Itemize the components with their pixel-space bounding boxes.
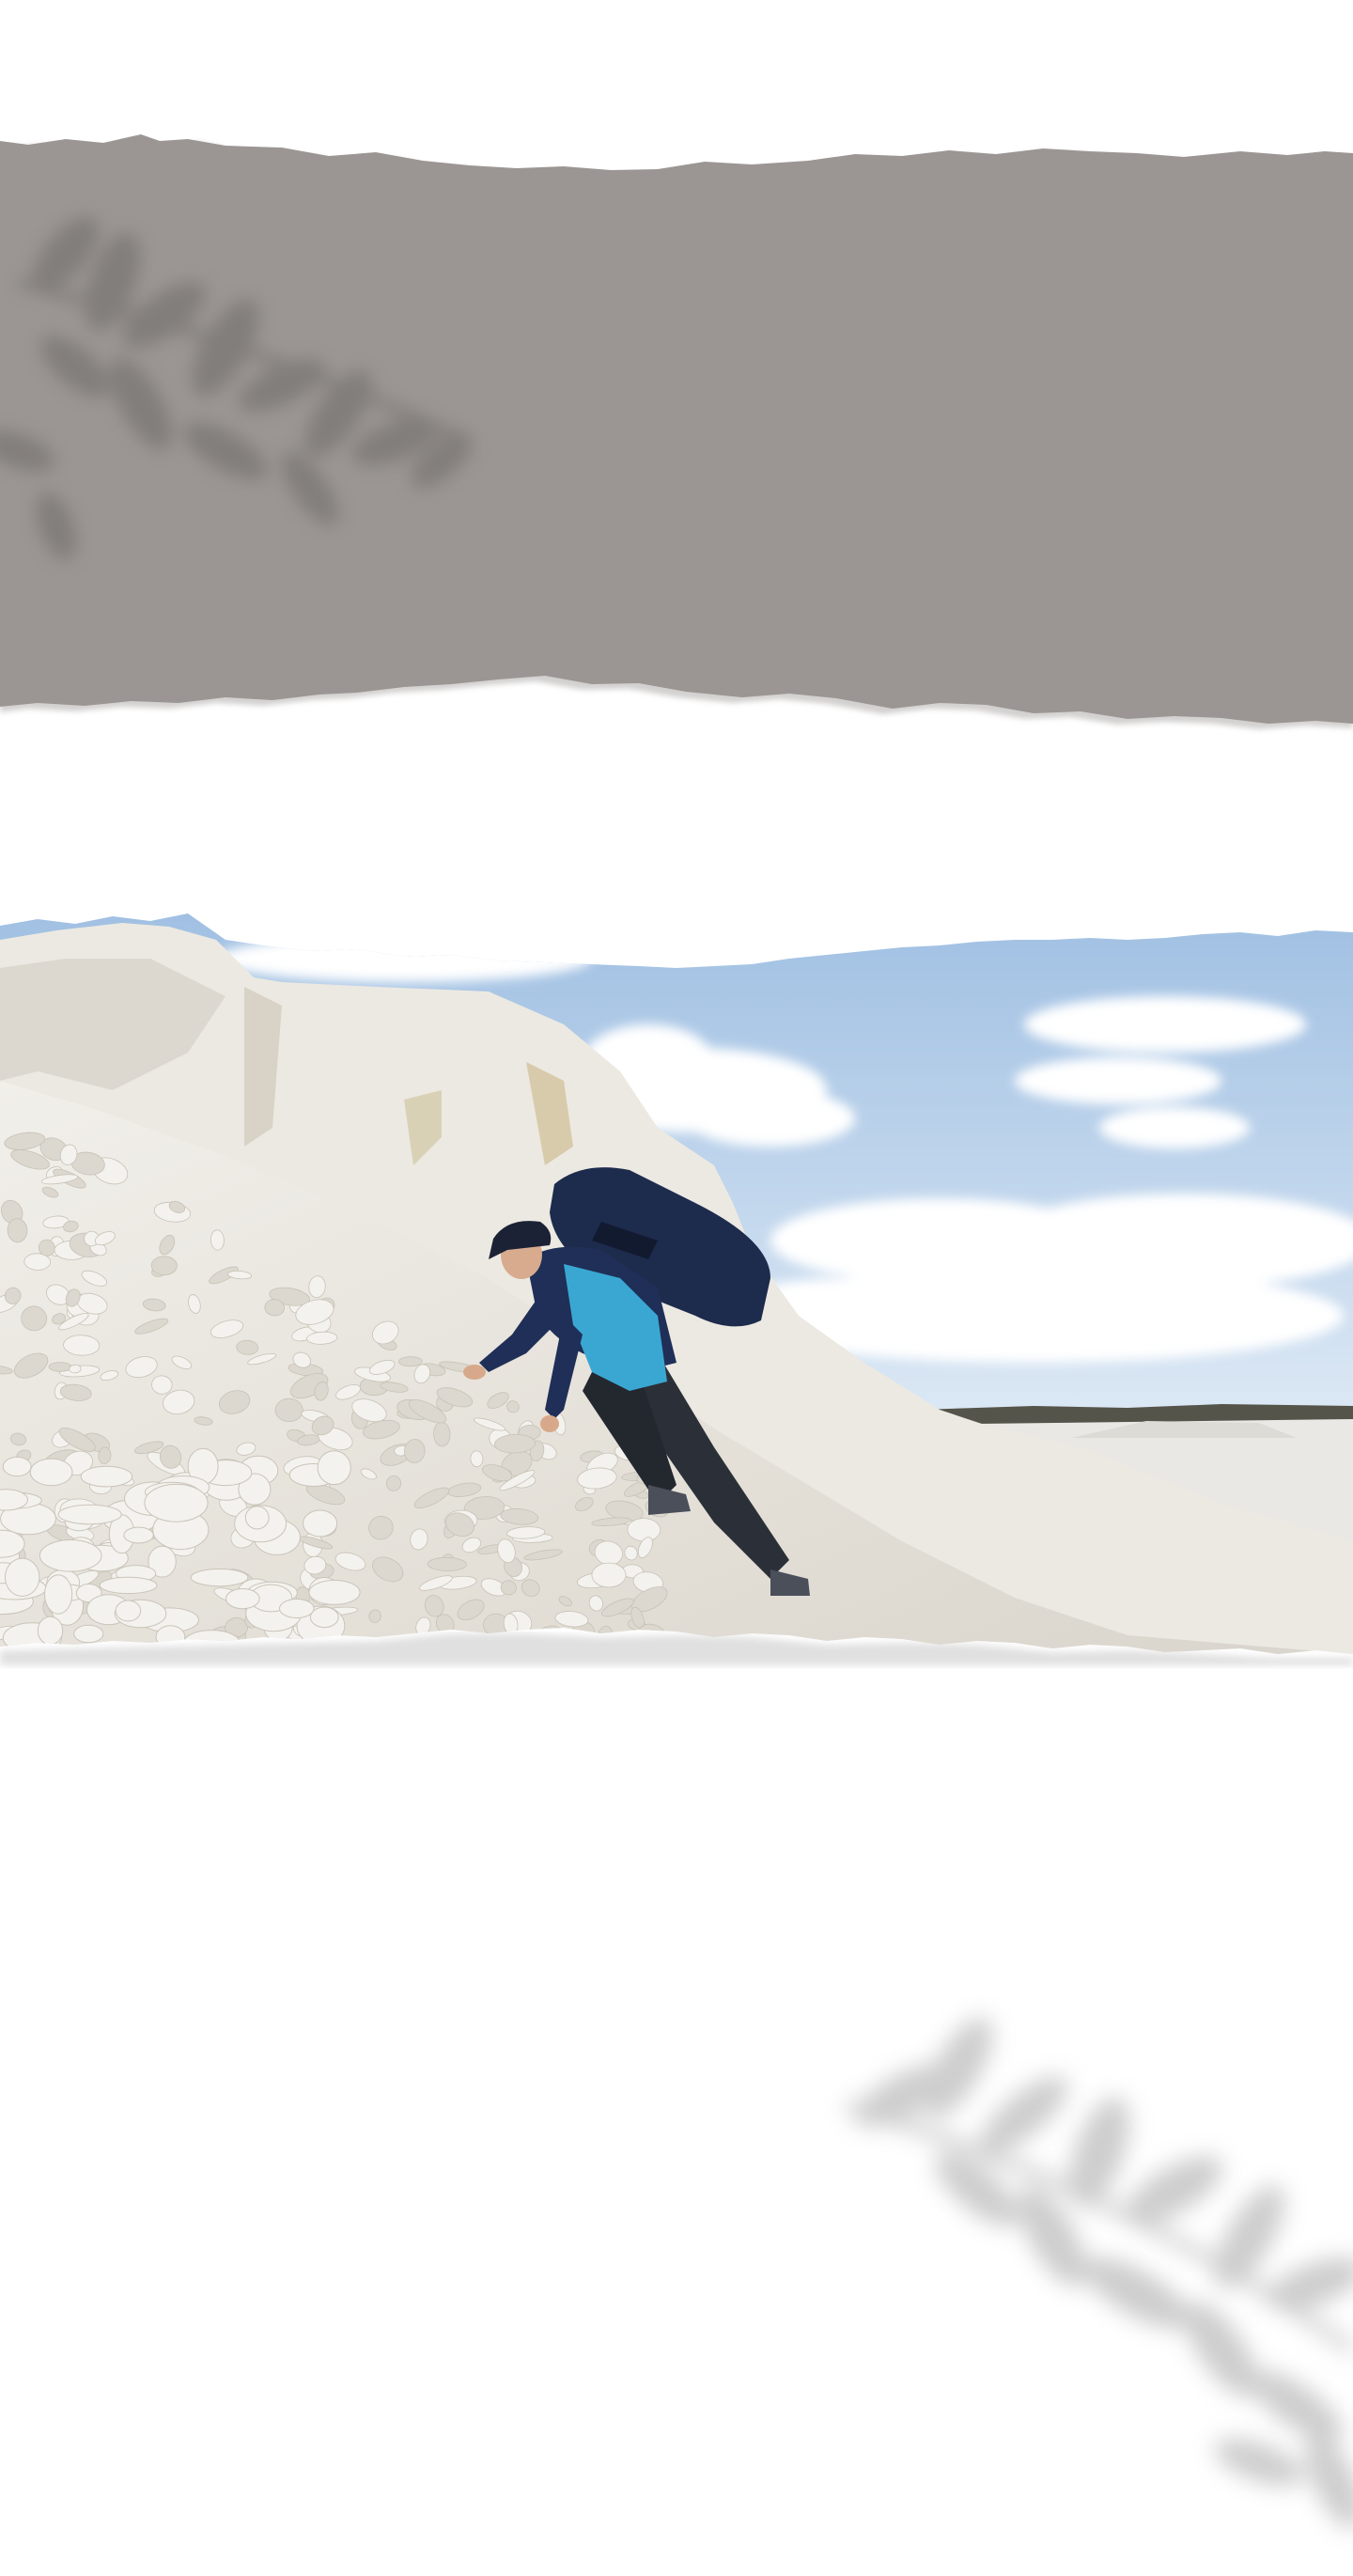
leaf-branch-shadow-icon bbox=[844, 2017, 1353, 2529]
bottom-leaf-decor bbox=[0, 0, 1353, 2576]
